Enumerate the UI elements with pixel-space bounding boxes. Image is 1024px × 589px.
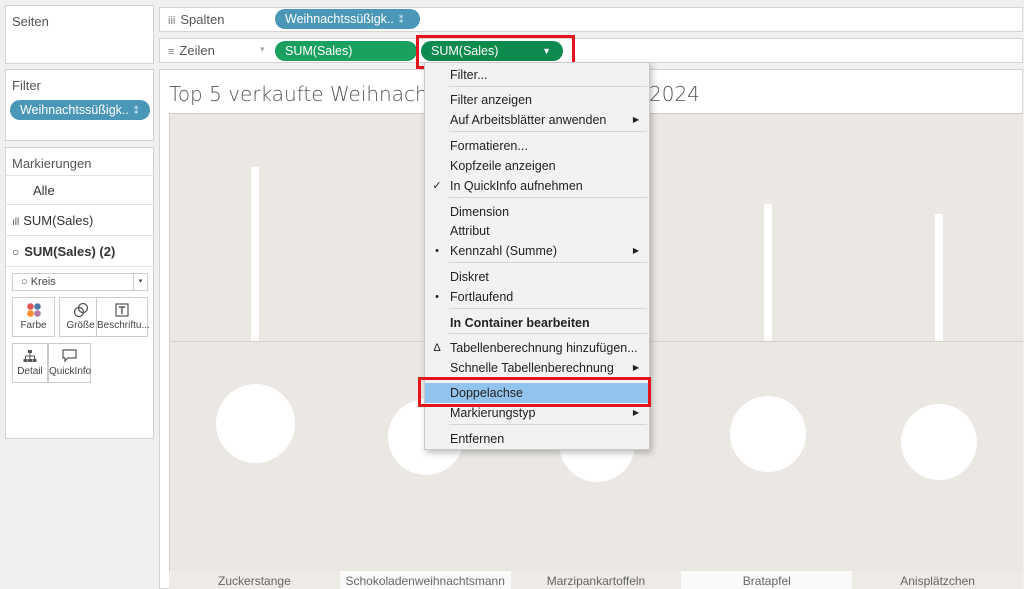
viz-title: Top 5 verkaufte Weihnachts	[169, 82, 446, 106]
menu-item-label: Auf Arbeitsblätter anwenden	[450, 113, 607, 127]
bullet-icon: •	[435, 245, 439, 257]
rows-shelf[interactable]: ≡ Zeilen ▾ SUM(Sales) SUM(Sales) ▼	[159, 38, 1023, 63]
columns-shelf[interactable]: iii Spalten Weihnachtssüßigk.. ⁑	[159, 7, 1023, 32]
color-button[interactable]: Farbe	[12, 297, 55, 337]
doppelachse-callout-box	[418, 377, 651, 407]
chart-circle[interactable]	[900, 404, 977, 480]
menu-item-label: Formatieren...	[450, 139, 528, 153]
menu-item[interactable]: Filter...	[425, 65, 649, 85]
menu-separator	[449, 308, 647, 309]
viz-title-year: 2024	[649, 82, 700, 106]
menu-item-label: Markierungstyp	[450, 406, 536, 420]
menu-separator	[449, 262, 647, 263]
label-button[interactable]: Beschriftu...	[96, 297, 150, 337]
filters-title: Filter	[12, 78, 41, 93]
submenu-arrow-icon: ▶	[632, 115, 639, 124]
x-axis-label: Schokoladenweihnachtsmann	[339, 571, 511, 589]
rows-icon: ≡	[168, 46, 175, 58]
delta-icon: Δ	[433, 342, 441, 354]
menu-item-label: Diskret	[450, 270, 489, 284]
detail-button[interactable]: Detail	[12, 343, 48, 383]
menu-item[interactable]: Filter anzeigen	[425, 90, 649, 110]
filter-pill[interactable]: Weihnachtssüßigk.. ⁑	[10, 100, 150, 120]
menu-item-label: In Container bearbeiten	[450, 316, 590, 330]
menu-item[interactable]: Attribut	[425, 221, 649, 241]
x-axis-label: Zuckerstange	[169, 571, 340, 589]
menu-item[interactable]: Dimension	[425, 202, 649, 222]
marks-tab-all[interactable]: Alle	[6, 175, 154, 205]
chart-bar[interactable]	[251, 167, 260, 342]
columns-icon: iii	[168, 15, 176, 27]
bullet-icon: •	[435, 291, 439, 303]
columns-shelf-label: iii Spalten	[168, 12, 225, 27]
menu-item-label: Filter...	[450, 68, 488, 82]
sort-icon: ⁑	[133, 106, 139, 116]
speech-bubble-icon	[49, 344, 90, 366]
mark-type-dropdown[interactable]: ○ Kreis ▾	[12, 273, 148, 291]
marks-tab-sum-sales-2[interactable]: ○ SUM(Sales) (2)	[6, 237, 154, 267]
hierarchy-icon	[13, 344, 47, 366]
chart-bar[interactable]	[763, 203, 772, 342]
menu-item-label: Dimension	[450, 205, 510, 219]
circle-icon: ○	[21, 276, 28, 288]
marks-card: Markierungen Alle ıll SUM(Sales) ○ SUM(Sal…	[5, 147, 154, 439]
pages-card: Seiten	[5, 5, 154, 64]
chart-circle[interactable]	[729, 396, 806, 473]
x-axis-label: Anisplätzchen	[852, 571, 1023, 589]
sort-icon: ⁑	[398, 15, 404, 25]
menu-separator	[449, 197, 647, 198]
menu-item[interactable]: Auf Arbeitsblätter anwenden ▶	[425, 110, 649, 130]
x-axis-label: Bratapfel	[681, 571, 853, 589]
menu-item[interactable]: Kopfzeile anzeigen	[425, 156, 649, 176]
marks-tab-sum-sales[interactable]: ıll SUM(Sales)	[6, 206, 154, 236]
rows-pill-sum-sales[interactable]: SUM(Sales)	[275, 41, 417, 61]
menu-item[interactable]: ✓ In QuickInfo aufnehmen	[425, 176, 649, 196]
dropdown-arrow-icon: ▾	[133, 274, 147, 290]
chart-bar[interactable]	[934, 214, 943, 342]
menu-item[interactable]: Formatieren...	[425, 136, 649, 156]
menu-separator	[449, 131, 647, 132]
menu-item-label: Entfernen	[450, 432, 505, 446]
size-circles-icon	[60, 298, 101, 320]
chart-circle[interactable]	[215, 384, 295, 464]
pages-title: Seiten	[12, 14, 49, 29]
checkmark-icon: ✓	[432, 180, 442, 192]
menu-item[interactable]: Δ Tabellenberechnung hinzufügen...	[425, 338, 649, 358]
bar-chart-icon: ıll	[12, 217, 20, 228]
menu-item[interactable]: • Fortlaufend	[425, 287, 649, 307]
menu-item-label: Fortlaufend	[450, 290, 514, 304]
menu-separator	[449, 86, 647, 87]
filters-card: Filter Weihnachtssüßigk.. ⁑	[5, 69, 154, 141]
menu-item[interactable]: Diskret	[425, 267, 649, 287]
circle-icon: ○	[12, 245, 20, 259]
menu-item-label: Tabellenberechnung hinzufügen...	[450, 341, 638, 355]
menu-item-label: Kennzahl (Summe)	[450, 244, 557, 258]
menu-separator	[449, 424, 647, 425]
submenu-arrow-icon: ▶	[632, 363, 639, 372]
menu-item-label: Attribut	[450, 224, 490, 238]
tooltip-button[interactable]: QuickInfo	[48, 343, 91, 383]
menu-item[interactable]: In Container bearbeiten	[425, 313, 649, 333]
rows-shelf-label: ≡ Zeilen	[168, 43, 215, 58]
menu-item-label: Kopfzeile anzeigen	[450, 159, 556, 173]
menu-item[interactable]: • Kennzahl (Summe) ▶	[425, 241, 649, 261]
menu-item[interactable]: Entfernen	[425, 429, 649, 449]
menu-item-label: Schnelle Tabellenberechnung	[450, 361, 614, 375]
shelf-dropdown-icon[interactable]: ▾	[260, 44, 265, 55]
color-dots-icon	[13, 298, 54, 320]
text-label-icon	[97, 298, 147, 320]
menu-item-label: Filter anzeigen	[450, 93, 532, 107]
menu-item[interactable]: Schnelle Tabellenberechnung ▶	[425, 358, 649, 378]
menu-separator	[449, 333, 647, 334]
submenu-arrow-icon: ▶	[632, 246, 639, 255]
marks-title: Markierungen	[12, 156, 92, 171]
x-axis-labels: Zuckerstange Schokoladenweihnachtsmann Mar…	[169, 571, 1023, 589]
menu-item-label: In QuickInfo aufnehmen	[450, 179, 583, 193]
x-axis-label: Marzipankartoffeln	[510, 571, 682, 589]
columns-pill[interactable]: Weihnachtssüßigk.. ⁑	[275, 9, 420, 29]
